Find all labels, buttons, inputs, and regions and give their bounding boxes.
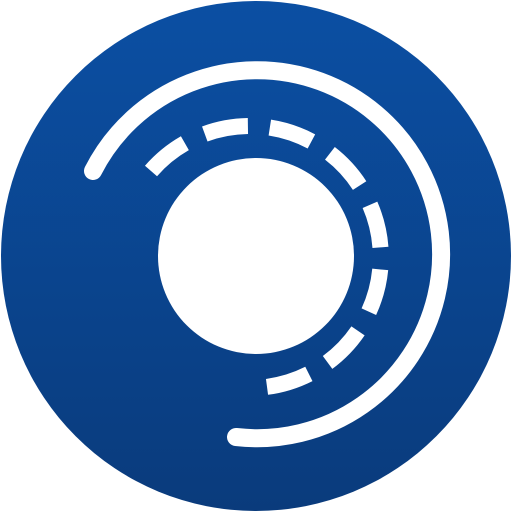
center-circle: [158, 158, 354, 354]
circular-road-icon: [1, 1, 511, 511]
app-icon-canvas: [0, 0, 512, 512]
